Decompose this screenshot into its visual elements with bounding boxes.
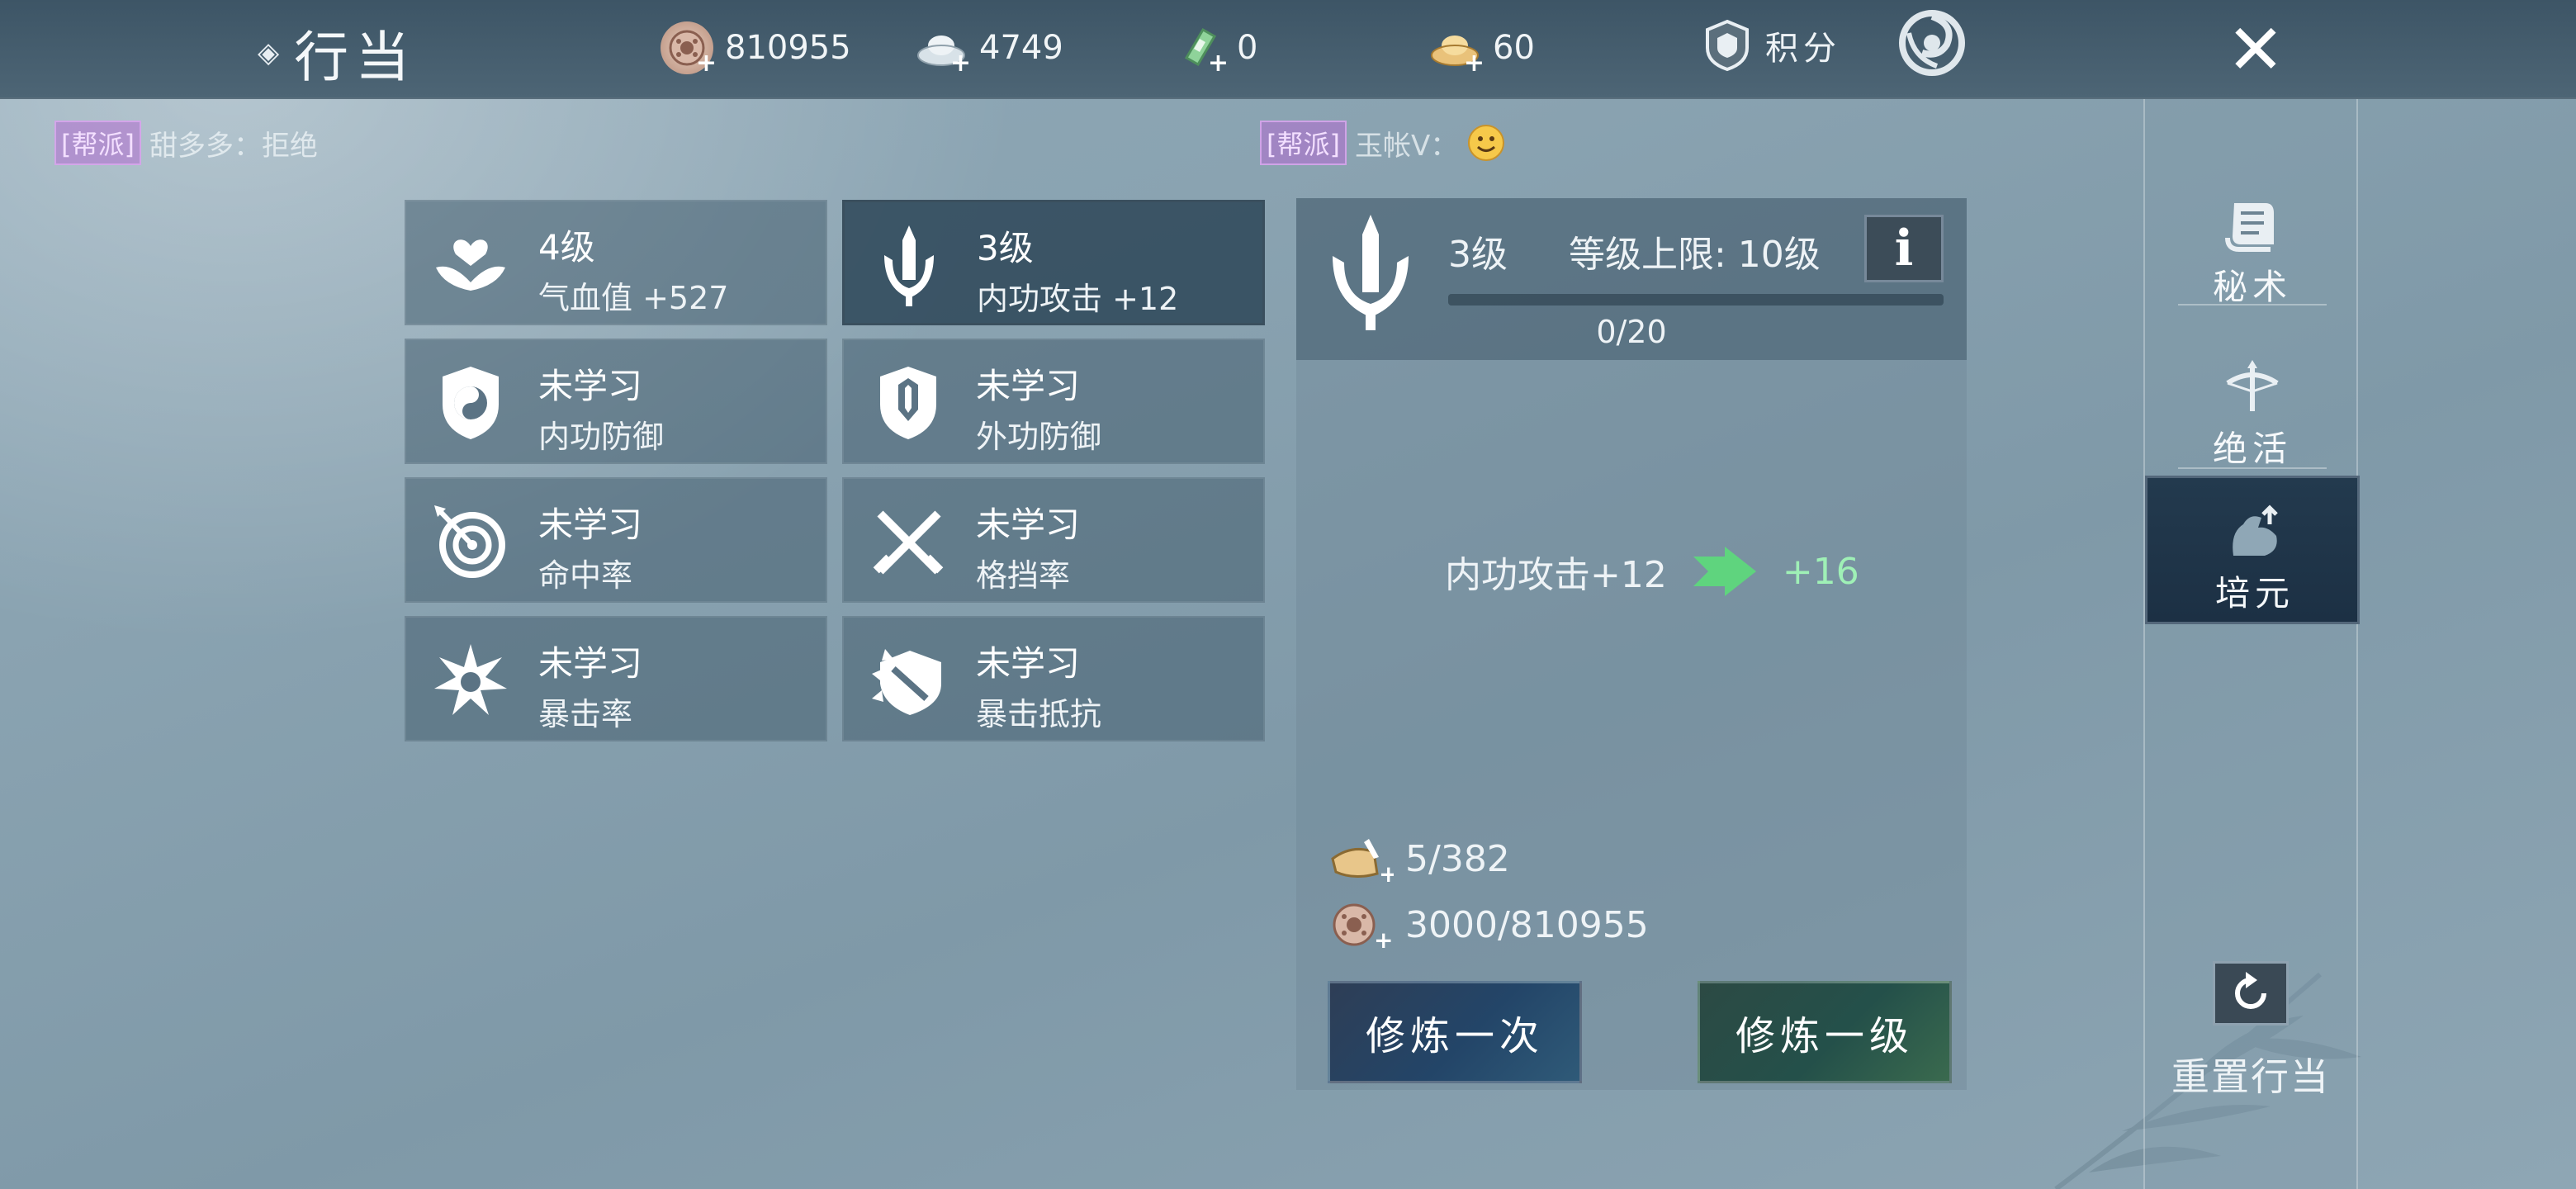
effect-current: 内功攻击+12 (1445, 554, 1667, 596)
cost-coin: + 3000/810955 (1328, 900, 1649, 950)
swirl-emblem-icon[interactable] (1897, 8, 1967, 78)
sword-emblem-icon (866, 222, 952, 308)
detail-header: 3级 等级上限: 10级 i 0/20 (1296, 198, 1967, 360)
shield-badge-icon (1706, 19, 1749, 72)
skill-card-hp[interactable]: 4级 气血值 +527 (405, 200, 827, 325)
svg-text:+: + (1379, 860, 1394, 883)
crest-shield-icon (865, 360, 951, 446)
detail-panel: 3级 等级上限: 10级 i 0/20 内功攻击+12 +16 + 5/382 … (1296, 198, 1967, 1090)
right-sidebar: 秘术 绝活 培元 (2143, 99, 2360, 1189)
effect-next: +16 (1782, 550, 1859, 593)
spiked-shield-icon (865, 637, 951, 723)
coin-icon: + (661, 21, 717, 78)
refresh-icon (2235, 972, 2266, 1009)
skill-card-crit-resist[interactable]: 未学习 暴击抵抗 (842, 616, 1265, 741)
currency-silver[interactable]: + 4749 (915, 21, 1063, 78)
tab-secret-art[interactable]: 秘术 (2145, 172, 2360, 320)
divider (2178, 304, 2327, 306)
reset-label: 重置行当 (2171, 1054, 2330, 1099)
skill-card-crit-rate[interactable]: 未学习 暴击率 (405, 616, 827, 741)
effect-preview: 内功攻击+12 +16 (1445, 545, 1859, 598)
coin-icon: + (1333, 903, 1393, 950)
svg-text:+: + (1374, 926, 1393, 950)
arrow-right-icon (1693, 547, 1756, 596)
chat-line: [帮派] 玉帐ᐯ： (1260, 121, 1506, 165)
currency-jade[interactable]: + 0 (1172, 21, 1257, 78)
reset-button[interactable] (2213, 961, 2289, 1026)
skill-card-inner-attack[interactable]: 3级 内功攻击 +12 (842, 200, 1265, 325)
divider (2178, 467, 2327, 469)
train-once-button[interactable]: 修炼一次 (1328, 981, 1582, 1083)
tab-cultivate[interactable]: 培元 (2145, 476, 2360, 624)
jade-token-icon: + (1172, 21, 1229, 78)
target-arrow-icon (428, 499, 514, 585)
skill-card-hit-rate[interactable]: 未学习 命中率 (405, 477, 827, 603)
silver-ingot-icon: + (915, 21, 971, 78)
taiji-shield-icon (428, 360, 514, 446)
diamond-icon: ◈ (258, 36, 280, 69)
crossed-swords-icon (865, 499, 951, 585)
chat-line: [帮派] 甜多多：拒绝 (54, 121, 318, 165)
score-button[interactable]: 积分 (1702, 18, 1841, 73)
info-button[interactable]: i (1864, 215, 1944, 282)
skill-card-block-rate[interactable]: 未学习 格挡率 (842, 477, 1265, 603)
currency-gold[interactable]: + 60 (1428, 21, 1535, 78)
exp-progress-bar (1448, 294, 1944, 306)
exp-progress-text: 0/20 (1596, 314, 1667, 350)
burst-star-icon (428, 637, 514, 723)
flex-arm-icon (2233, 504, 2278, 556)
tab-unique-skill[interactable]: 绝活 (2145, 334, 2360, 482)
close-icon[interactable]: ✕ (2221, 15, 2290, 84)
material-icon: + (1331, 839, 1394, 883)
smiley-emoji-icon (1468, 125, 1505, 161)
page-title: ◈ 行当 (258, 26, 417, 89)
gold-ingot-icon: + (1428, 21, 1485, 78)
cost-material: + 5/382 (1328, 834, 1510, 883)
lotus-heart-icon (428, 221, 514, 307)
scroll-icon (2225, 203, 2274, 252)
currency-coin[interactable]: + 810955 (661, 21, 851, 78)
crossbow-icon (2226, 360, 2279, 411)
train-level-button[interactable]: 修炼一级 (1698, 981, 1952, 1083)
skill-card-inner-defense[interactable]: 未学习 内功防御 (405, 339, 827, 464)
skill-card-outer-defense[interactable]: 未学习 外功防御 (842, 339, 1265, 464)
top-bar: ◈ 行当 + 810955 + 4749 + 0 + 60 积分 ✕ (0, 0, 2576, 99)
